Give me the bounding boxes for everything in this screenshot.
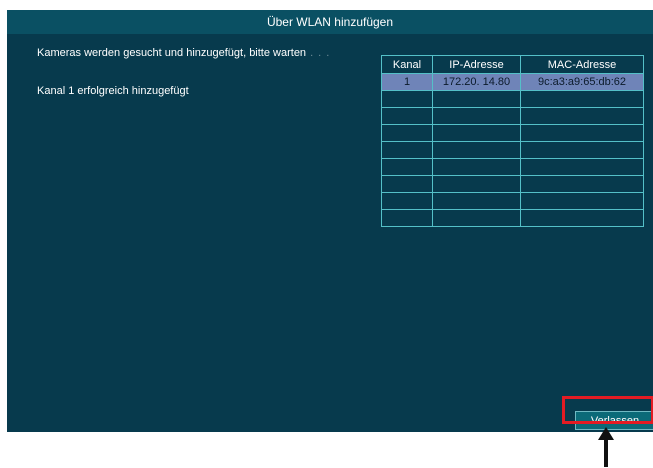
table-row-empty[interactable] (381, 107, 644, 125)
arrow-up-icon (598, 427, 614, 467)
added-status-text: Kanal 1 erfolgreich hinzugefügt (37, 85, 189, 97)
cell-mac-address (520, 124, 644, 142)
cell-ip-address (432, 90, 521, 108)
table-row-empty[interactable] (381, 124, 644, 142)
camera-table: Kanal IP-Adresse MAC-Adresse 1 172.20. 1… (381, 55, 644, 227)
cell-ip-address (432, 192, 521, 210)
cell-ip-address (432, 124, 521, 142)
cell-channel (381, 107, 433, 125)
cell-mac-address (520, 107, 644, 125)
progress-dots: . . . (310, 47, 331, 59)
window-title: Über WLAN hinzufügen (266, 15, 394, 29)
window-title-bar: Über WLAN hinzufügen (7, 10, 653, 34)
cell-mac-address (520, 158, 644, 176)
table-row-empty[interactable] (381, 158, 644, 176)
cell-ip-address (432, 107, 521, 125)
cell-channel (381, 192, 433, 210)
cell-mac-address (520, 209, 644, 227)
cell-ip-address (432, 175, 521, 193)
cell-channel (381, 175, 433, 193)
table-header-row: Kanal IP-Adresse MAC-Adresse (381, 55, 644, 74)
cell-ip-address (432, 158, 521, 176)
cell-channel (381, 124, 433, 142)
table-row-empty[interactable] (381, 90, 644, 108)
column-header-channel: Kanal (381, 55, 433, 74)
cell-channel (381, 158, 433, 176)
table-row-empty[interactable] (381, 209, 644, 227)
cell-mac-address (520, 175, 644, 193)
add-via-wlan-screen: Über WLAN hinzufügen Kameras werden gesu… (7, 10, 653, 432)
cell-channel (381, 141, 433, 159)
cell-mac-address (520, 90, 644, 108)
table-row[interactable]: 1 172.20. 14.80 9c:a3:a9:65:db:62 (381, 73, 644, 91)
table-row-empty[interactable] (381, 175, 644, 193)
table-row-empty[interactable] (381, 192, 644, 210)
cell-mac-address (520, 141, 644, 159)
cell-channel (381, 90, 433, 108)
cell-channel: 1 (381, 73, 433, 91)
table-row-empty[interactable] (381, 141, 644, 159)
highlight-box (562, 396, 653, 424)
cell-channel (381, 209, 433, 227)
column-header-mac-address: MAC-Adresse (520, 55, 644, 74)
column-header-ip-address: IP-Adresse (432, 55, 521, 74)
cell-ip-address (432, 209, 521, 227)
cell-mac-address (520, 192, 644, 210)
search-status-text: Kameras werden gesucht und hinzugefügt, … (37, 47, 331, 59)
cell-ip-address (432, 141, 521, 159)
cell-mac-address: 9c:a3:a9:65:db:62 (520, 73, 644, 91)
cell-ip-address: 172.20. 14.80 (432, 73, 521, 91)
